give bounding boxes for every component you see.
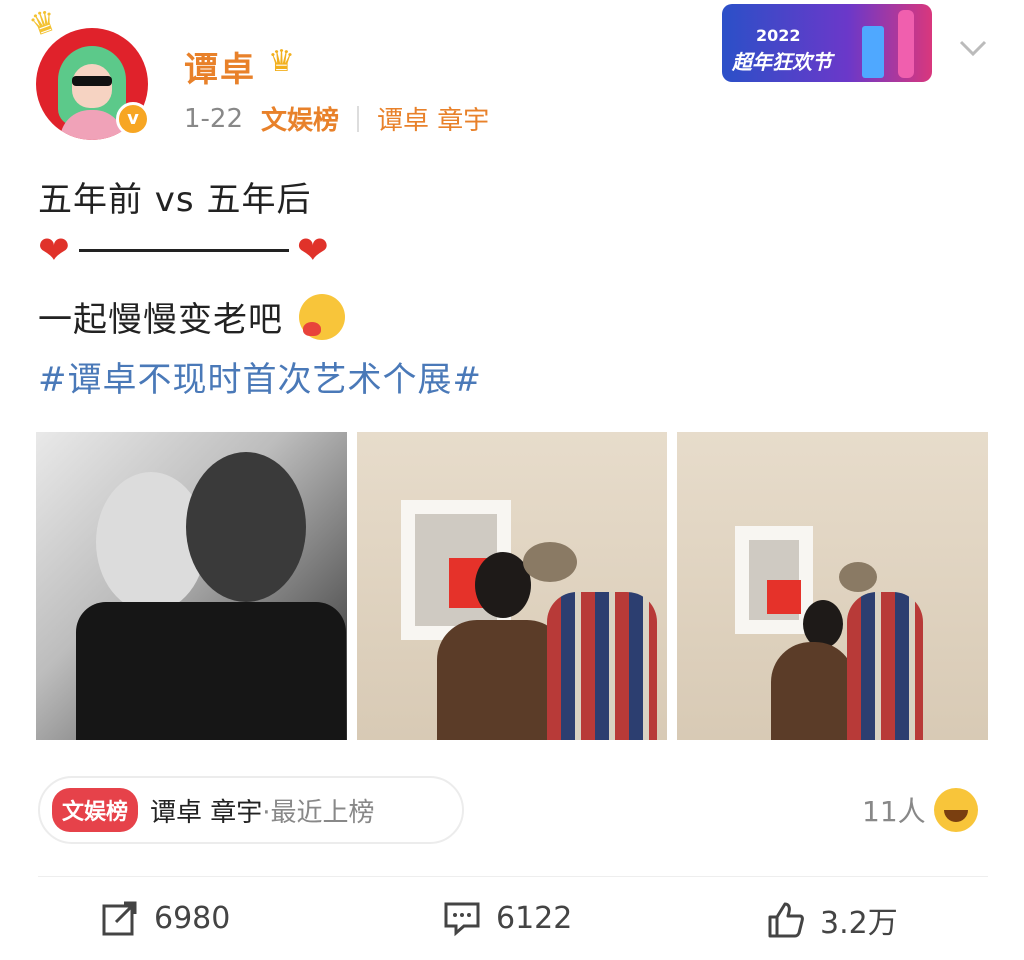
post-text-line-3-text: 一起慢慢变老吧 <box>38 300 283 340</box>
event-name: 超年狂欢节 <box>732 50 832 74</box>
post-text-line-2: ❤ ❤ <box>38 228 330 272</box>
rank-tag-suffix: ·最近上榜 <box>262 797 375 828</box>
heart-icon: ❤ <box>296 228 330 272</box>
tower-decoration <box>898 10 914 78</box>
avatar[interactable]: ♛ v <box>25 2 150 140</box>
skyline-decoration <box>862 26 884 78</box>
comment-button[interactable]: 6122 <box>442 898 572 938</box>
repost-icon <box>102 901 137 936</box>
comment-icon <box>444 902 480 937</box>
verified-badge-icon: v <box>116 102 150 136</box>
repost-count: 6980 <box>154 900 231 936</box>
post-text-line-3: 一起慢慢变老吧 <box>38 292 345 341</box>
event-year: 2022 <box>756 26 801 45</box>
photo-grid <box>36 432 989 740</box>
photo-3[interactable] <box>677 432 989 740</box>
crown-icon: ♛ <box>268 44 295 79</box>
repost-button[interactable]: 6980 <box>100 898 230 938</box>
reaction-count: 11人 <box>862 795 926 828</box>
like-icon <box>768 902 804 938</box>
dash-divider <box>78 248 289 252</box>
post-date: 1-22 <box>184 103 244 134</box>
reaction-summary[interactable]: 11人 <box>862 788 978 832</box>
chevron-down-icon[interactable] <box>958 38 988 58</box>
like-button[interactable]: 3.2万 <box>766 898 898 942</box>
hug-emoji-icon <box>299 293 345 340</box>
rank-badge: 文娱榜 <box>52 788 139 832</box>
event-banner[interactable]: 2022 超年狂欢节 <box>722 4 932 82</box>
post-text-line-1: 五年前 vs 五年后 <box>38 180 312 220</box>
photo-2[interactable] <box>356 432 668 740</box>
divider <box>38 876 988 877</box>
rank-names[interactable]: 谭卓 章宇 <box>377 100 489 137</box>
heart-icon: ❤ <box>38 228 71 272</box>
comment-count: 6122 <box>496 900 573 936</box>
post-meta: 1-22 文娱榜 谭卓 章宇 <box>184 100 489 137</box>
rank-tag-pill[interactable]: 文娱榜 谭卓 章宇 ·最近上榜 <box>38 776 464 844</box>
like-count: 3.2万 <box>820 906 898 941</box>
crown-icon: ♛ <box>24 2 63 45</box>
laugh-emoji-icon <box>933 788 978 832</box>
rank-label[interactable]: 文娱榜 <box>261 100 339 137</box>
photo-1[interactable] <box>36 432 347 740</box>
hashtag-link[interactable]: #谭卓不现时首次艺术个展# <box>38 352 482 401</box>
username[interactable]: 谭卓 <box>184 42 256 91</box>
meta-divider <box>357 105 360 132</box>
rank-tag-names: 谭卓 章宇 <box>150 797 263 828</box>
